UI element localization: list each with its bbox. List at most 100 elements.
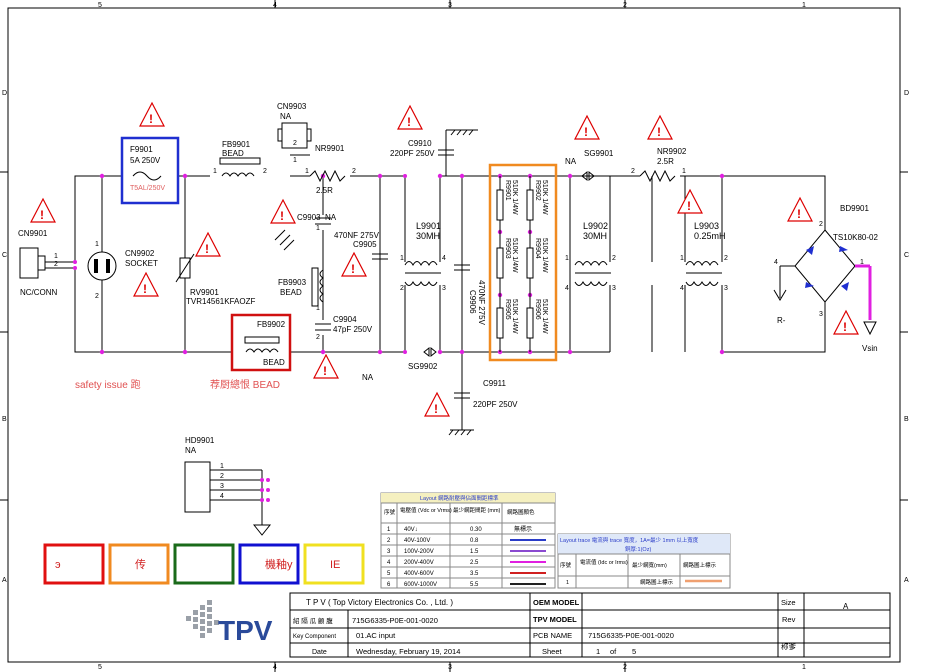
svg-text:!: !	[584, 125, 588, 139]
cn9902-symbol	[87, 251, 117, 281]
row-label-right: B	[904, 416, 909, 423]
hd9901-body	[184, 461, 211, 513]
sg9902-symbol	[423, 346, 437, 358]
svg-text:!: !	[323, 364, 327, 378]
col-label-top: 5	[98, 2, 102, 9]
sg9902-ref: SG9902	[408, 362, 438, 371]
svg-text:!: !	[351, 262, 355, 276]
legend1-row-voltage: 400V-600V	[404, 571, 434, 577]
legend2-header: 序號	[560, 561, 572, 569]
svg-text:1: 1	[220, 463, 224, 470]
safety-note: safety issue 跑	[75, 378, 141, 391]
row-label-left: D	[2, 90, 7, 97]
svg-text:3: 3	[819, 311, 823, 318]
fb9902-ref: FB9902	[257, 320, 286, 329]
color-key-label: IE	[330, 559, 340, 571]
legend1-row-distance: 0.30	[470, 527, 482, 533]
svg-text:1: 1	[316, 225, 320, 232]
svg-text:2: 2	[352, 168, 356, 175]
svg-text:3: 3	[612, 285, 616, 292]
svg-text:2: 2	[54, 261, 58, 268]
svg-text:1: 1	[680, 255, 684, 262]
cn9901-value: NC/CONN	[20, 288, 58, 297]
pcb-name-label: PCB NAME	[533, 631, 572, 640]
legend1-title: Layout 網路耐壓與佔面間距標準	[420, 494, 499, 502]
legend1-row-voltage: 40V↓	[404, 527, 418, 533]
c9906-ref: C9906	[468, 290, 477, 314]
row-label-left: C	[2, 252, 7, 259]
fb9901-ref: FB9901	[222, 140, 251, 149]
title-row3-value: Wednesday, February 19, 2014	[356, 647, 460, 656]
f9901-mark: T5AL/250V	[130, 185, 165, 192]
c9906-value: 470NF 275V	[477, 280, 486, 326]
sheet-label: Sheet	[542, 647, 563, 656]
svg-text:!: !	[143, 282, 147, 296]
nr9902-ref: NR9902	[657, 147, 687, 156]
svg-text:!: !	[843, 320, 847, 334]
r9904-value: 510K 1/4W	[541, 238, 548, 273]
c9910-value: 220PF 250V	[390, 149, 435, 158]
c9904-ref: C9904	[333, 315, 357, 324]
c9905-ref: C9905	[353, 240, 377, 249]
c9911-ref: C9911	[483, 379, 507, 388]
svg-text:2: 2	[220, 473, 224, 480]
c9903-value: NA	[325, 213, 337, 222]
color-key-label: э	[55, 559, 61, 571]
l9901-coil-top	[404, 261, 438, 267]
legend1-row-voltage: 200V-400V	[404, 560, 434, 566]
fb9902-value: BEAD	[263, 358, 285, 367]
legend1-row-distance: 2.5	[470, 560, 479, 566]
hd9901-ref: HD9901	[185, 436, 215, 445]
r9905-ref: R9905	[504, 299, 511, 320]
svg-text:!: !	[657, 125, 661, 139]
f9901-ref: F9901	[130, 145, 153, 154]
cn9902-value: SOCKET	[125, 259, 158, 268]
legend2-row-label: 網路圖上標示	[640, 578, 674, 586]
svg-text:!: !	[687, 199, 691, 213]
svg-text:4: 4	[680, 285, 684, 292]
size-value: A	[843, 602, 849, 611]
fb9901-value: BEAD	[222, 149, 244, 158]
r9901-ref: R9901	[504, 180, 511, 201]
cn9902-ref: CN9902	[125, 249, 155, 258]
r9904-ref: R9904	[534, 238, 541, 259]
r9906-value: 510K 1/4W	[541, 299, 548, 334]
svg-text:!: !	[434, 402, 438, 416]
svg-text:1: 1	[54, 253, 58, 260]
legend2-header: 網路圖上標示	[683, 561, 717, 569]
legend1-row-distance: 3.5	[470, 571, 479, 577]
svg-text:1: 1	[305, 168, 309, 175]
legend1-header: 序號	[384, 508, 396, 516]
na-label: NA	[565, 157, 577, 166]
legend1-row-distance: 0.8	[470, 538, 479, 544]
title-row1-value: 715G6335-P0E-001-0020	[352, 616, 438, 625]
legend2-row-number: 1	[566, 580, 569, 586]
col-label-top: 3	[448, 2, 452, 9]
tpv-model-label: TPV MODEL	[533, 615, 577, 624]
r9902-value: 510K 1/4W	[541, 180, 548, 215]
svg-text:1: 1	[682, 168, 686, 175]
pin-numbers: 12 12 12 1243 1423 1423 21 4 123 112 21	[54, 140, 864, 341]
col-label-top: 4	[273, 2, 277, 9]
svg-text:2: 2	[631, 168, 635, 175]
svg-text:4: 4	[565, 285, 569, 292]
svg-text:4: 4	[442, 255, 446, 262]
color-key-label: 传	[135, 558, 146, 571]
svg-text:2: 2	[293, 140, 297, 147]
r9903-ref: R9903	[504, 238, 511, 259]
title-row3-label: Date	[312, 649, 327, 656]
c9910-ref: C9910	[408, 139, 432, 148]
col-label-bottom: 2	[623, 664, 627, 671]
svg-text:1: 1	[293, 157, 297, 164]
row-label-left: B	[2, 416, 7, 423]
legend2-title: Layout trace 電流與 trace 寬度，1A=最少 1mm 以上寬度	[560, 536, 699, 544]
pcb-name-value: 715G6335-P0E-001-0020	[588, 631, 674, 640]
svg-text:1: 1	[400, 255, 404, 262]
tpv-logo-text: TPV	[218, 615, 273, 646]
legend2-header: 電流值 (Idc or Irms)	[580, 558, 628, 566]
legend1-header: 電壓值 (Vdc or Vrms)	[400, 506, 452, 514]
l9901-ref: L9901	[416, 221, 441, 231]
nr9901-value: 2.5R	[316, 186, 333, 195]
c9903-ref: C9903	[297, 213, 321, 222]
legend1-row-voltage: 40V-100V	[404, 538, 430, 544]
